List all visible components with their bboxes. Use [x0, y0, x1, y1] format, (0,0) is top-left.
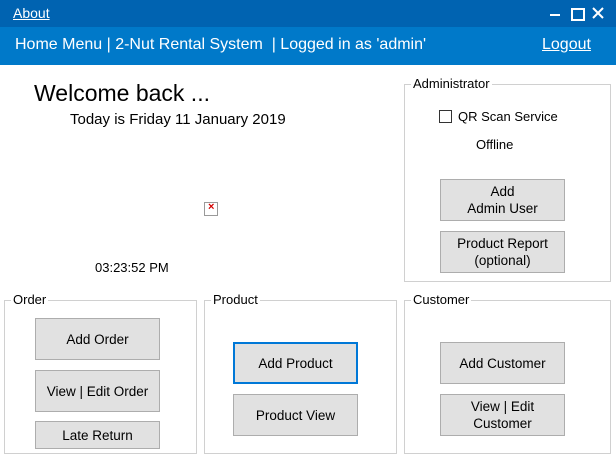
add-admin-user-button[interactable]: Add Admin User: [440, 179, 565, 221]
window-titlebar: About: [0, 0, 616, 27]
clock-text: 03:23:52 PM: [95, 260, 169, 275]
qr-scan-checkbox-row[interactable]: QR Scan Service: [439, 109, 558, 124]
welcome-heading: Welcome back ...: [34, 80, 210, 106]
about-link[interactable]: About: [13, 5, 50, 21]
late-return-button[interactable]: Late Return: [35, 421, 160, 449]
qr-scan-label[interactable]: QR Scan Service: [458, 109, 558, 124]
date-text: Today is Friday 11 January 2019: [70, 111, 286, 128]
logout-link[interactable]: Logout: [542, 36, 591, 54]
app-header: Home Menu | 2-Nut Rental System | Logged…: [0, 27, 616, 65]
add-product-button[interactable]: Add Product: [233, 342, 358, 384]
product-group-label: Product: [211, 292, 260, 308]
view-edit-customer-button[interactable]: View | Edit Customer: [440, 394, 565, 436]
customer-group-label: Customer: [411, 292, 472, 308]
product-view-button[interactable]: Product View: [233, 394, 358, 436]
qr-status-text: Offline: [476, 137, 514, 152]
add-order-button[interactable]: Add Order: [35, 318, 160, 360]
qr-scan-checkbox[interactable]: [439, 110, 452, 123]
header-title: Home Menu | 2-Nut Rental System | Logged…: [15, 36, 427, 53]
product-report-button[interactable]: Product Report (optional): [440, 231, 565, 273]
maximize-icon[interactable]: [568, 4, 586, 22]
minimize-icon[interactable]: [547, 4, 565, 22]
close-icon[interactable]: [590, 4, 608, 22]
broken-image-icon: ×: [204, 201, 218, 216]
administrator-group-label: Administrator: [411, 76, 492, 92]
view-edit-order-button[interactable]: View | Edit Order: [35, 370, 160, 412]
order-group-label: Order: [11, 292, 49, 308]
add-customer-button[interactable]: Add Customer: [440, 342, 565, 384]
